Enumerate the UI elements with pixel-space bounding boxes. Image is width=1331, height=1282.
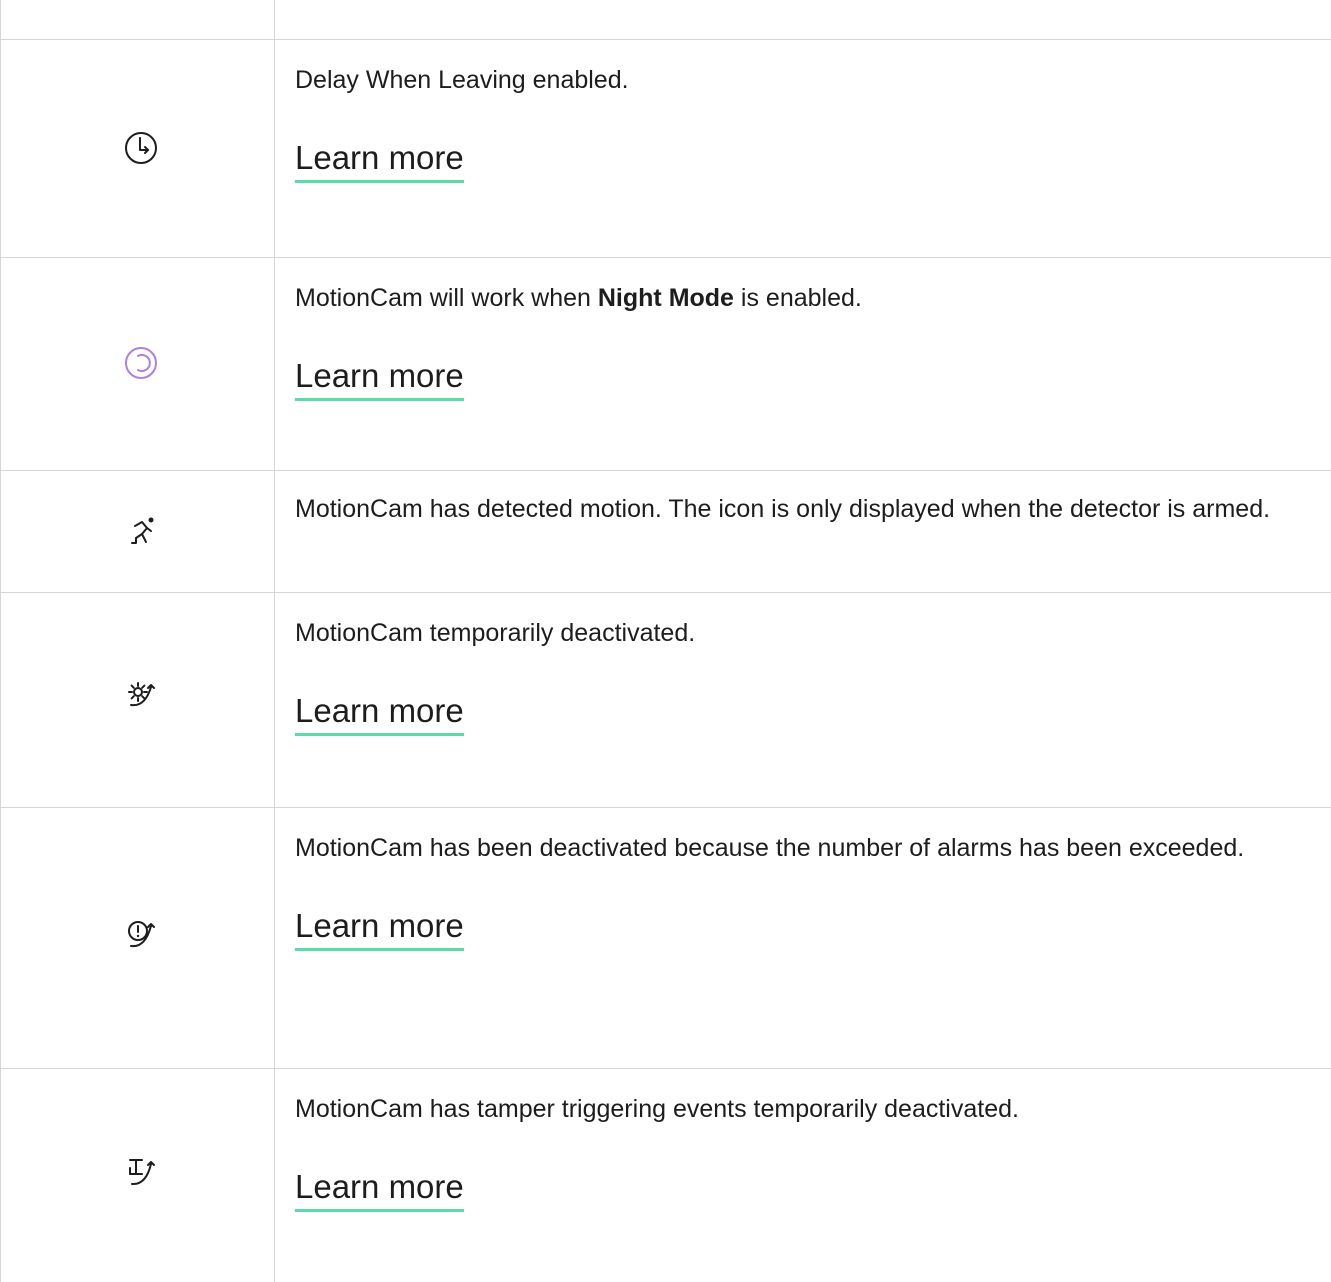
learn-more-link[interactable]: Learn more [295, 1167, 464, 1212]
row-description: MotionCam will work when Night Mode is e… [295, 280, 1325, 316]
learn-more-link[interactable]: Learn more [295, 356, 464, 401]
description-cell: MotionCam has been deactivated because t… [295, 830, 1325, 951]
row-description: Delay When Leaving enabled. [295, 66, 629, 94]
delay-clock-icon [125, 132, 157, 164]
description-cell: MotionCam temporarily deactivated. Learn… [295, 615, 1325, 736]
description-cell: Delay When Leaving enabled. Learn more [295, 62, 1325, 183]
row-description: MotionCam has been deactivated because t… [295, 834, 1245, 862]
motion-detected-icon [131, 517, 154, 544]
icon-cell [1, 40, 275, 257]
icon-cell [1, 808, 275, 1068]
status-icons-table: Delay When Leaving enabled. Learn more M… [0, 0, 1331, 1282]
icon-cell [1, 0, 275, 39]
table-row: MotionCam has detected motion. The icon … [1, 471, 1331, 593]
description-cell: MotionCam has tamper triggering events t… [295, 1091, 1325, 1212]
table-row: MotionCam temporarily deactivated. Learn… [1, 593, 1331, 808]
night-mode-label: Night Mode [597, 284, 734, 312]
table-row: MotionCam has been deactivated because t… [1, 808, 1331, 1069]
description-text: MotionCam will work when [295, 284, 598, 312]
description-text: is enabled. [733, 284, 862, 312]
learn-more-link[interactable]: Learn more [295, 691, 464, 736]
alarms-exceeded-deactivated-icon [128, 921, 155, 948]
icon-cell [1, 593, 275, 807]
table-row: Delay When Leaving enabled. Learn more [1, 40, 1331, 258]
night-mode-icon [125, 347, 157, 379]
description-cell: MotionCam will work when Night Mode is e… [295, 280, 1325, 401]
row-description: MotionCam has tamper triggering events t… [295, 1095, 1019, 1123]
table-row: MotionCam has tamper triggering events t… [1, 1069, 1331, 1282]
table-row-top-stub [1, 0, 1331, 40]
icon-cell [1, 471, 275, 592]
learn-more-link[interactable]: Learn more [295, 906, 464, 951]
temporarily-deactivated-icon [128, 682, 155, 707]
row-description: MotionCam temporarily deactivated. [295, 619, 696, 647]
row-description: MotionCam has detected motion. The icon … [295, 495, 1271, 523]
icon-cell [1, 258, 275, 470]
icon-cell [1, 1069, 275, 1282]
description-cell: MotionCam has detected motion. The icon … [295, 491, 1315, 527]
table-row: MotionCam will work when Night Mode is e… [1, 258, 1331, 471]
learn-more-link[interactable]: Learn more [295, 138, 464, 183]
tamper-deactivated-icon [129, 1159, 155, 1186]
